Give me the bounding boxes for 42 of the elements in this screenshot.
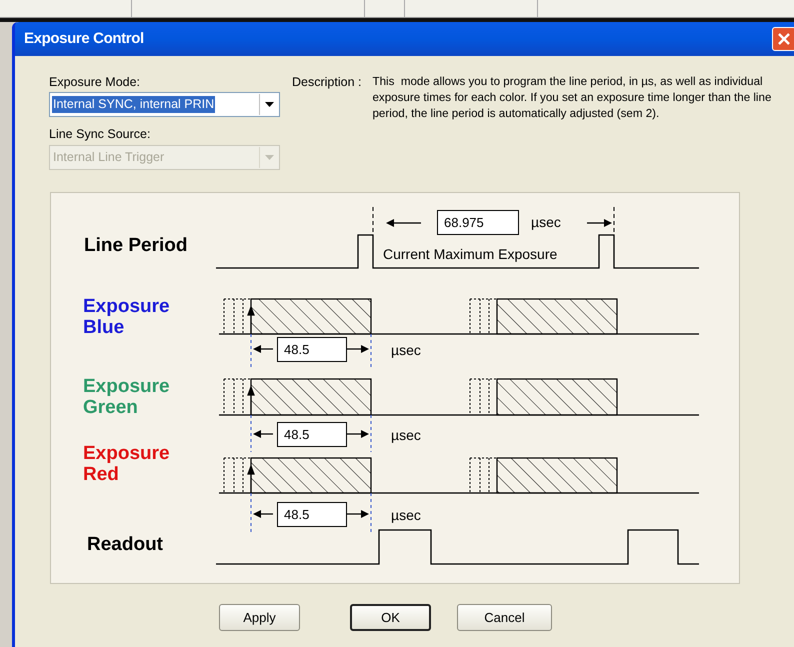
select-value: Internal Line Trigger (52, 149, 166, 166)
close-icon (778, 33, 790, 45)
exposure-label: Exposure Blue (83, 296, 171, 338)
readout-label: Readout (87, 534, 163, 556)
dialog-button[interactable]: OK (350, 604, 431, 631)
window-title: Exposure Control (24, 28, 144, 49)
unit-label: µsec (391, 506, 421, 525)
line-sync-source-label: Line Sync Source: (49, 126, 152, 142)
dialog-button[interactable]: Cancel (457, 604, 552, 631)
exposure-mode-select[interactable]: Internal SYNC, internal PRIN (49, 92, 280, 117)
right-arrow-icon (347, 345, 369, 353)
right-arrow-icon (347, 430, 369, 438)
exposure-label: Exposure Green (83, 376, 171, 418)
left-arrow-icon (253, 345, 273, 353)
exposure-time-field[interactable]: 48.5 (277, 422, 347, 447)
guide-line (370, 492, 372, 532)
unit-label: µsec (391, 341, 421, 360)
guide-line (372, 206, 374, 234)
dialog-button[interactable]: Apply (219, 604, 300, 631)
close-button[interactable] (772, 27, 794, 51)
description-text: This mode allows you to program the line period, in µs, as well as individual exposure times for each color. If you set an exposure time longer than the line period, the line period is automatically adjusted (sem 2). (372, 74, 772, 122)
right-arrow-icon (587, 219, 612, 227)
line-period-field[interactable]: 68.975 (437, 210, 519, 235)
select-value: Internal SYNC, internal PRIN (52, 96, 216, 113)
unit-label: µsec (531, 213, 561, 232)
exposure-time-field[interactable]: 48.5 (277, 502, 347, 527)
right-arrow-icon (347, 510, 369, 518)
left-arrow-icon (253, 430, 273, 438)
guide-line (250, 334, 252, 368)
left-arrow-icon (253, 510, 273, 518)
unit-label: µsec (391, 426, 421, 445)
exposure-mode-label: Exposure Mode: (49, 74, 142, 90)
current-maximum-exposure-label: Current Maximum Exposure (383, 245, 558, 264)
description-label: Description : (292, 74, 362, 91)
exposure-label: Exposure Red (83, 443, 171, 485)
left-arrow-icon (386, 219, 421, 227)
guide-line (370, 334, 372, 368)
guide-line (370, 414, 372, 452)
guide-line (250, 414, 252, 452)
line-period-label: Line Period (84, 235, 188, 257)
exposure-time-field[interactable]: 48.5 (277, 337, 347, 362)
guide-line (250, 492, 252, 532)
